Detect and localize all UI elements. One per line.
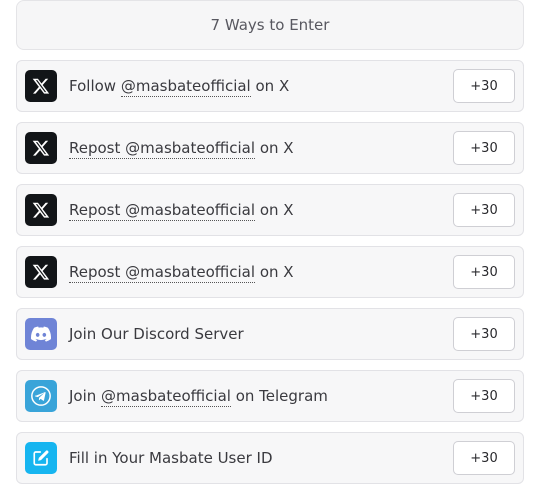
entry-label: Repost @masbateofficial on X bbox=[69, 201, 453, 221]
entry-join-discord[interactable]: Join Our Discord Server +30 bbox=[16, 308, 524, 360]
entry-label: Follow @masbateofficial on X bbox=[69, 77, 453, 97]
points-badge[interactable]: +30 bbox=[453, 441, 515, 475]
points-badge[interactable]: +30 bbox=[453, 379, 515, 413]
entry-label-suffix: on Telegram bbox=[230, 387, 328, 405]
points-badge[interactable]: +30 bbox=[453, 317, 515, 351]
entry-label-suffix: on X bbox=[255, 139, 294, 157]
entry-label: Repost @masbateofficial on X bbox=[69, 139, 453, 159]
points-badge[interactable]: +30 bbox=[453, 69, 515, 103]
entry-label: Join @masbateofficial on Telegram bbox=[69, 387, 453, 407]
entry-handle-link[interactable]: Repost @masbateofficial bbox=[69, 201, 256, 221]
entry-label-suffix: on X bbox=[255, 263, 294, 281]
x-logo-icon bbox=[25, 256, 57, 288]
entry-repost-x-1[interactable]: Repost @masbateofficial on X +30 bbox=[16, 122, 524, 174]
telegram-icon bbox=[25, 380, 57, 412]
entry-label: Join Our Discord Server bbox=[69, 325, 244, 343]
edit-form-icon bbox=[25, 442, 57, 474]
entry-follow-x[interactable]: Follow @masbateofficial on X +30 bbox=[16, 60, 524, 112]
entry-fill-user-id[interactable]: Fill in Your Masbate User ID +30 bbox=[16, 432, 524, 484]
entry-join-telegram[interactable]: Join @masbateofficial on Telegram +30 bbox=[16, 370, 524, 422]
x-logo-icon bbox=[25, 194, 57, 226]
points-badge[interactable]: +30 bbox=[453, 131, 515, 165]
ways-to-enter-header: 7 Ways to Enter bbox=[16, 0, 524, 50]
points-badge[interactable]: +30 bbox=[453, 193, 515, 227]
x-logo-icon bbox=[25, 132, 57, 164]
entry-repost-x-2[interactable]: Repost @masbateofficial on X +30 bbox=[16, 184, 524, 236]
entry-label: Repost @masbateofficial on X bbox=[69, 263, 453, 283]
entry-label-prefix: Join bbox=[69, 387, 102, 405]
entry-label: Fill in Your Masbate User ID bbox=[69, 449, 273, 467]
discord-icon bbox=[25, 318, 57, 350]
entry-label-suffix: on X bbox=[250, 77, 290, 95]
header-title: 7 Ways to Enter bbox=[210, 16, 330, 34]
entry-repost-x-3[interactable]: Repost @masbateofficial on X +30 bbox=[16, 246, 524, 298]
entry-label-suffix: on X bbox=[255, 201, 294, 219]
points-badge[interactable]: +30 bbox=[453, 255, 515, 289]
entry-handle-link[interactable]: @masbateofficial bbox=[120, 77, 251, 97]
entry-handle-link[interactable]: Repost @masbateofficial bbox=[69, 139, 256, 159]
x-logo-icon bbox=[25, 70, 57, 102]
entry-handle-link[interactable]: @masbateofficial bbox=[101, 387, 231, 407]
entry-label-prefix: Follow bbox=[69, 77, 121, 95]
entry-handle-link[interactable]: Repost @masbateofficial bbox=[69, 263, 256, 283]
